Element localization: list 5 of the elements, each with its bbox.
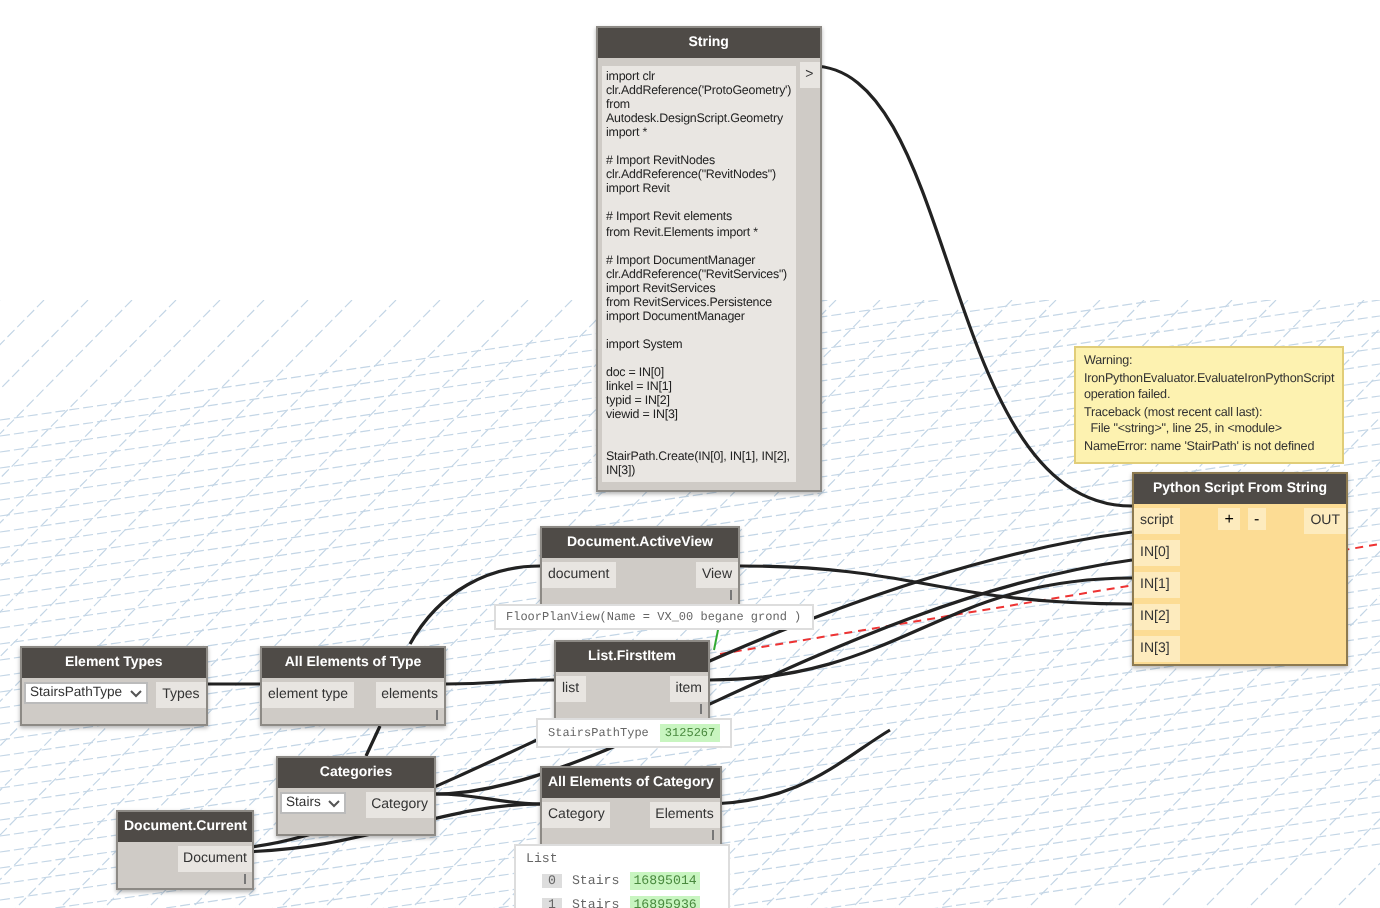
- port-button[interactable]: -: [1247, 508, 1266, 530]
- node-card[interactable]: [596, 26, 822, 493]
- caret-icon: [130, 689, 143, 697]
- caret-icon: [328, 799, 341, 807]
- port-button[interactable]: +: [1218, 508, 1240, 530]
